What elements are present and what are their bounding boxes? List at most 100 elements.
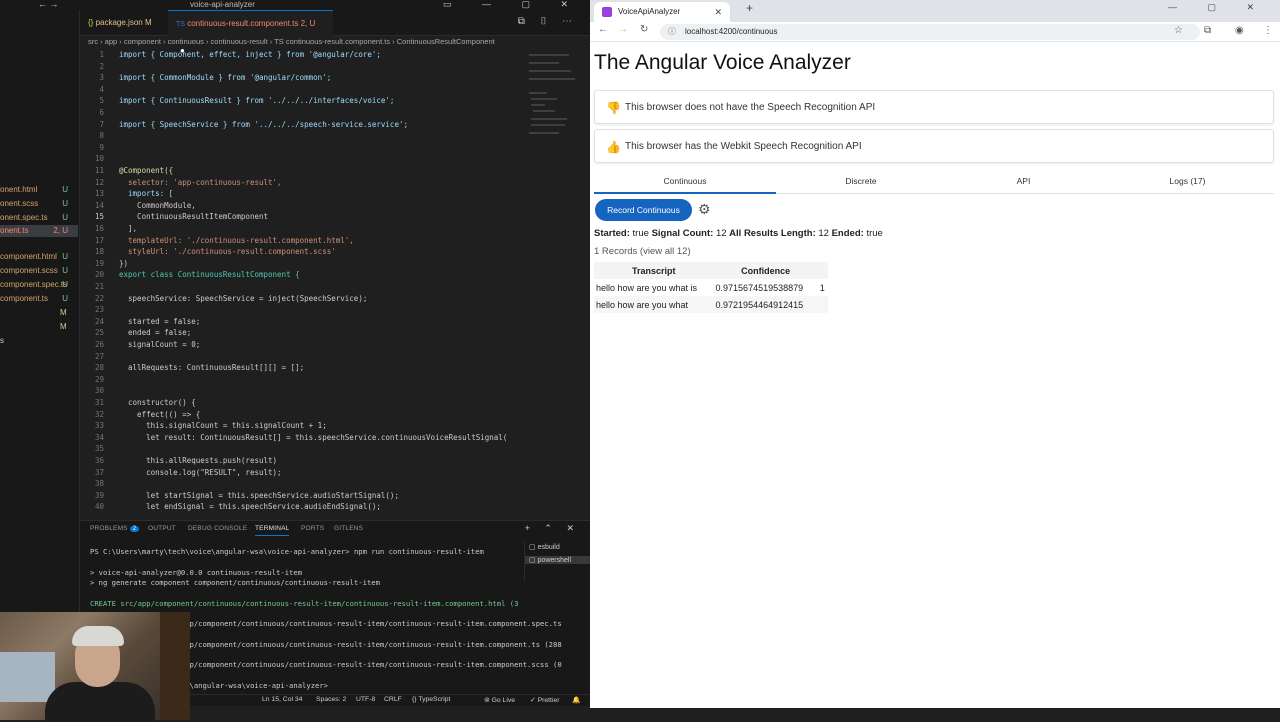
- status-language[interactable]: {} TypeScript: [412, 696, 450, 703]
- status-prettier[interactable]: ✓ Prettier: [530, 696, 560, 704]
- code-line[interactable]: speechService: SpeechService = inject(Sp…: [119, 293, 367, 305]
- site-info-icon[interactable]: ⓘ: [668, 24, 676, 40]
- file-item[interactable]: component.spec.ts U: [0, 279, 78, 291]
- mode-tabs: Continuous Discrete API Logs (17): [594, 168, 1274, 194]
- code-line[interactable]: templateUrl: './continuous-result.compon…: [119, 235, 354, 247]
- tab-continuous-result-ts[interactable]: TS continuous-result.component.ts 2, U ●: [168, 10, 333, 55]
- code-line[interactable]: effect(() => {: [119, 409, 200, 421]
- tab-package-json[interactable]: {} package.json M: [80, 10, 168, 36]
- code-line[interactable]: selector: 'app-continuous-result',: [119, 177, 282, 189]
- status-position[interactable]: Ln 15, Col 34: [262, 696, 302, 703]
- window-controls[interactable]: ▭ — ▢ ✕: [443, 0, 582, 10]
- table-row: hello how are you what is 0.971567451953…: [594, 279, 828, 296]
- file-item[interactable]: onent.spec.ts U: [0, 212, 78, 224]
- minimap[interactable]: [525, 48, 585, 516]
- file-item[interactable]: M: [0, 307, 78, 319]
- file-item[interactable]: onent.scss U: [0, 198, 78, 210]
- status-encoding[interactable]: UTF-8: [356, 696, 375, 703]
- nav-arrows-icon[interactable]: ← →: [38, 0, 59, 9]
- line-number: 6: [99, 108, 104, 117]
- code-line[interactable]: import { ContinuousResult } from '../../…: [119, 95, 394, 107]
- tab-terminal[interactable]: TERMINAL: [255, 525, 290, 536]
- terminal-line: > voice-api-analyzer@0.0.0 continuous-re…: [90, 567, 303, 577]
- cell-extra: [817, 296, 828, 313]
- code-line[interactable]: let endSignal = this.speechService.audio…: [119, 501, 381, 513]
- menu-icon[interactable]: ⋮: [1263, 25, 1273, 36]
- explorer-sidebar: onent.html U onent.scss U onent.spec.ts U o…: [0, 10, 80, 700]
- file-item[interactable]: onent.html U: [0, 184, 78, 196]
- angular-favicon-icon: [602, 7, 612, 17]
- code-line[interactable]: let startSignal = this.speechService.aud…: [119, 490, 399, 502]
- tab-search-icon[interactable]: ⧉: [1204, 25, 1211, 36]
- code-line[interactable]: import { CommonModule } from '@angular/c…: [119, 72, 331, 84]
- code-line[interactable]: ended = false;: [119, 327, 191, 339]
- code-line[interactable]: export class ContinuousResultComponent {: [119, 269, 300, 281]
- profile-avatar-icon[interactable]: ◉: [1235, 25, 1244, 36]
- line-number: 3: [99, 73, 104, 83]
- code-line[interactable]: styleUrl: './continuous-result.component…: [119, 246, 336, 258]
- code-line[interactable]: console.log("RESULT", result);: [119, 467, 281, 479]
- editor-actions-icon[interactable]: ⧉ ▯ ⋯: [518, 16, 578, 27]
- file-item[interactable]: M: [0, 321, 78, 333]
- url-input[interactable]: ⓘ localhost:4200/continuous: [660, 24, 1200, 40]
- records-link[interactable]: 1 Records (view all 12): [594, 246, 691, 257]
- browser-tabstrip: VoiceApiAnalyzer ✕ + — ▢ ✕: [590, 0, 1280, 22]
- line-number: 39: [94, 490, 104, 500]
- code-line[interactable]: allRequests: ContinuousResult[][] = [];: [119, 362, 304, 374]
- line-number: 35: [94, 444, 104, 454]
- file-item[interactable]: s: [0, 335, 78, 347]
- window-controls[interactable]: — ▢ ✕: [1168, 2, 1268, 13]
- file-item[interactable]: component.ts U: [0, 293, 78, 305]
- tab-ports[interactable]: PORTS: [301, 525, 324, 532]
- code-line[interactable]: imports: [: [119, 188, 173, 200]
- line-number: 36: [94, 456, 104, 465]
- code-line[interactable]: this.allRequests.push(result): [119, 455, 277, 467]
- tab-problems[interactable]: PROBLEMS 2: [90, 525, 140, 532]
- forward-icon[interactable]: →: [618, 24, 628, 35]
- tab-logs[interactable]: Logs (17): [1101, 168, 1274, 194]
- panel-actions-icon[interactable]: + ⌃ ✕: [525, 523, 580, 534]
- line-number: 13: [94, 189, 104, 199]
- code-line[interactable]: started = false;: [119, 316, 200, 328]
- tab-discrete[interactable]: Discrete: [776, 168, 946, 194]
- bookmark-star-icon[interactable]: ☆: [1174, 25, 1183, 36]
- bell-icon[interactable]: 🔔: [572, 696, 580, 704]
- code-line[interactable]: @Component({: [119, 165, 173, 177]
- status-spaces[interactable]: Spaces: 2: [316, 696, 346, 703]
- code-line[interactable]: }): [119, 258, 128, 270]
- browser-tab[interactable]: VoiceApiAnalyzer ✕: [594, 2, 730, 22]
- tab-continuous[interactable]: Continuous: [594, 168, 776, 194]
- breadcrumb[interactable]: src › app › component › continuous › con…: [80, 36, 590, 48]
- thumbs-down-icon: 👎: [606, 101, 621, 115]
- status-golive[interactable]: ⊚ Go Live: [484, 696, 515, 704]
- code-line[interactable]: import { SpeechService } from '../../../…: [119, 119, 408, 131]
- code-line[interactable]: ContinuousResultItemComponent: [119, 211, 268, 223]
- code-line[interactable]: CommonModule,: [119, 200, 196, 212]
- terminal-esbuild[interactable]: ▢ esbuild: [529, 543, 560, 551]
- close-tab-icon[interactable]: ✕: [714, 2, 722, 22]
- tab-output[interactable]: OUTPUT: [148, 525, 176, 532]
- code-line[interactable]: constructor() {: [119, 397, 196, 409]
- line-number: 23: [94, 305, 104, 315]
- code-editor[interactable]: 1 import { Component, effect, inject } fr…: [80, 48, 530, 516]
- code-line[interactable]: this.signalCount = this.signalCount + 1;: [119, 420, 327, 432]
- new-tab-icon[interactable]: +: [746, 1, 753, 15]
- status-eol[interactable]: CRLF: [384, 696, 402, 703]
- file-item[interactable]: component.scss U: [0, 265, 78, 277]
- gear-icon[interactable]: ⚙: [698, 201, 711, 218]
- tab-api[interactable]: API: [946, 168, 1101, 194]
- code-line[interactable]: let result: ContinuousResult[] = this.sp…: [119, 432, 507, 444]
- tab-debug-console[interactable]: DEBUG CONSOLE: [188, 525, 247, 532]
- tab-gitlens[interactable]: GITLENS: [334, 525, 363, 532]
- editor-tabs: {} package.json M TS continuous-result.c…: [80, 10, 590, 55]
- back-icon[interactable]: ←: [598, 24, 608, 35]
- file-item-selected[interactable]: onent.ts 2, U: [0, 225, 78, 237]
- terminal-powershell[interactable]: ▢ powershell: [525, 556, 591, 564]
- line-number: 17: [94, 235, 104, 245]
- code-line[interactable]: ],: [119, 223, 137, 235]
- code-line[interactable]: signalCount = 0;: [119, 339, 200, 351]
- reload-icon[interactable]: ↻: [640, 24, 648, 35]
- code-line[interactable]: import { Component, effect, inject } fro…: [119, 49, 381, 61]
- file-item[interactable]: component.html U: [0, 251, 78, 263]
- record-continuous-button[interactable]: Record Continuous: [595, 199, 692, 221]
